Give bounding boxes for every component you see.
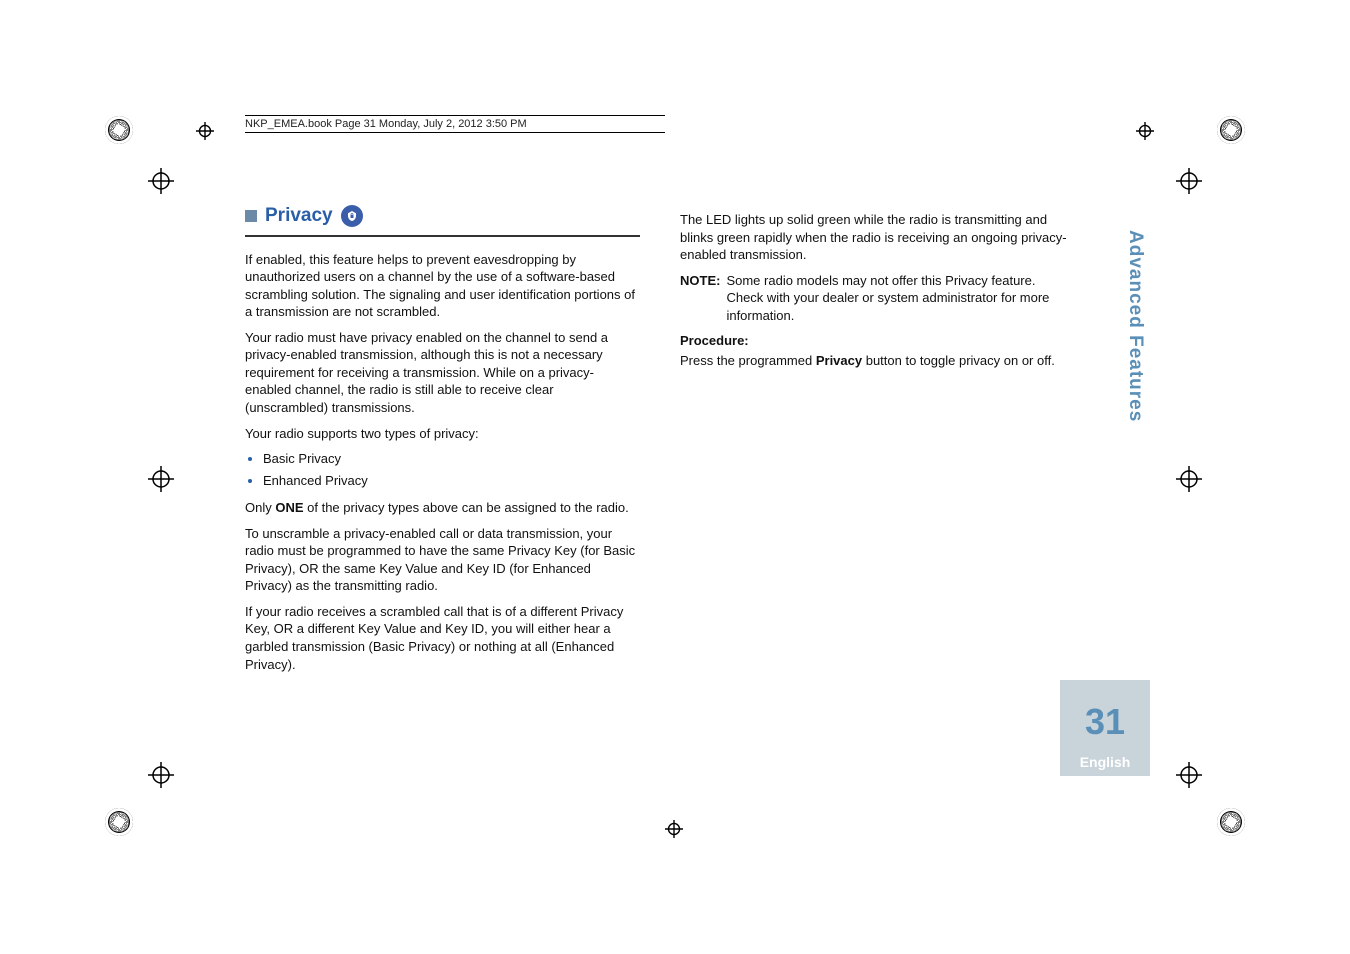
note-text: Some radio models may not offer this Pri… — [726, 272, 1075, 325]
section-heading: Privacy — [245, 203, 640, 237]
list-item: Enhanced Privacy — [263, 472, 640, 490]
print-burst-icon — [1217, 116, 1245, 144]
crosshair-icon — [148, 762, 174, 788]
text-fragment: Only — [245, 500, 275, 515]
body-text: The LED lights up solid green while the … — [680, 211, 1075, 264]
text-bold: ONE — [275, 500, 303, 515]
list-item: Basic Privacy — [263, 450, 640, 468]
chapter-title: Advanced Features — [1124, 230, 1146, 422]
body-text: To unscramble a privacy-enabled call or … — [245, 525, 640, 595]
crosshair-icon — [1176, 466, 1202, 492]
section-bullet-icon — [245, 210, 257, 222]
crosshair-icon — [148, 168, 174, 194]
text-bold: Privacy — [816, 353, 862, 368]
left-column: Privacy If enabled, this feature helps t… — [245, 203, 640, 681]
document-header: NKP_EMEA.book Page 31 Monday, July 2, 20… — [245, 115, 665, 133]
text-fragment: button to toggle privacy on or off. — [862, 353, 1055, 368]
crosshair-icon — [1176, 168, 1202, 194]
crosshair-icon — [148, 466, 174, 492]
procedure-text: Press the programmed Privacy button to t… — [680, 352, 1075, 370]
crosshair-icon — [1136, 122, 1154, 140]
note-block: NOTE: Some radio models may not offer th… — [680, 272, 1075, 325]
crosshair-icon — [196, 122, 214, 140]
note-label: NOTE: — [680, 272, 720, 325]
print-burst-icon — [105, 116, 133, 144]
print-burst-icon — [1217, 808, 1245, 836]
page-body: NKP_EMEA.book Page 31 Monday, July 2, 20… — [245, 115, 1125, 815]
privacy-types-list: Basic Privacy Enhanced Privacy — [245, 450, 640, 489]
right-column: The LED lights up solid green while the … — [680, 203, 1125, 681]
procedure-label: Procedure: — [680, 332, 1075, 350]
text-fragment: of the privacy types above can be assign… — [304, 500, 629, 515]
text-fragment: Press the programmed — [680, 353, 816, 368]
print-burst-icon — [105, 808, 133, 836]
body-text: If enabled, this feature helps to preven… — [245, 251, 640, 321]
crosshair-icon — [665, 820, 683, 838]
body-text: Only ONE of the privacy types above can … — [245, 499, 640, 517]
lock-hex-icon — [341, 205, 363, 227]
crosshair-icon — [1176, 762, 1202, 788]
section-title: Privacy — [265, 203, 333, 229]
body-text: Your radio must have privacy enabled on … — [245, 329, 640, 417]
body-text: If your radio receives a scrambled call … — [245, 603, 640, 673]
body-text: Your radio supports two types of privacy… — [245, 425, 640, 443]
